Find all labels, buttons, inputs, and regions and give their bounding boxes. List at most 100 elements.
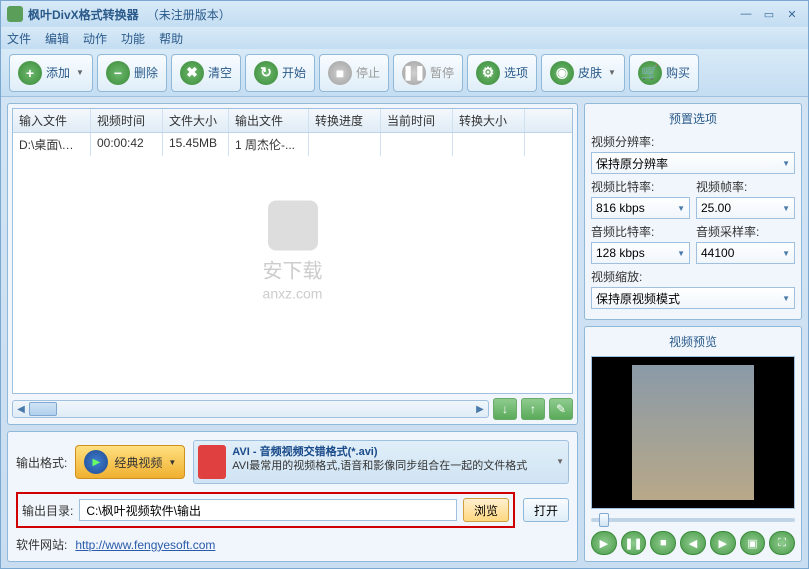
browse-button[interactable]: 浏览 [463,498,509,522]
clear-icon: ✖ [180,61,204,85]
audio-bitrate-label: 音频比特率: [591,223,690,240]
table-header: 输入文件 视频时间 文件大小 输出文件 转换进度 当前时间 转换大小 [13,109,572,133]
preview-panel: 视频预览 ▶ ❚❚ ■ ◀ ▶ ▣ ⛶ [584,326,802,562]
col-output[interactable]: 输出文件 [229,109,309,132]
framerate-label: 视频帧率: [696,178,795,195]
col-outsize[interactable]: 转换大小 [453,109,525,132]
file-list-panel: 输入文件 视频时间 文件大小 输出文件 转换进度 当前时间 转换大小 D:\桌面… [7,103,578,425]
toolbar: +添加▼ −删除 ✖清空 ↻开始 ■停止 ❚❚暂停 ⚙选项 ◉皮肤▼ 🛒购买 [1,49,808,97]
app-subtitle: （未注册版本） [147,6,231,23]
horizontal-scrollbar[interactable]: ◀ ▶ [12,400,489,418]
output-format-label: 输出格式: [16,454,67,471]
delete-button[interactable]: −删除 [97,54,167,92]
start-button[interactable]: ↻开始 [245,54,315,92]
preview-controls: ▶ ❚❚ ■ ◀ ▶ ▣ ⛶ [591,531,795,555]
app-window: 枫叶DivX格式转换器 （未注册版本） — ▭ ✕ 文件 编辑 动作 功能 帮助… [0,0,809,569]
pause-button[interactable]: ❚❚ [621,531,647,555]
menubar: 文件 编辑 动作 功能 帮助 [1,27,808,49]
scroll-thumb[interactable] [29,402,57,416]
next-button[interactable]: ▶ [710,531,736,555]
col-time[interactable]: 当前时间 [381,109,453,132]
pause-icon: ❚❚ [402,61,426,85]
cart-icon: 🛒 [638,61,662,85]
col-progress[interactable]: 转换进度 [309,109,381,132]
refresh-icon: ↻ [254,61,278,85]
tools-icon: ⚙ [476,61,500,85]
minimize-button[interactable]: — [736,6,756,22]
framerate-select[interactable]: 25.00▼ [696,197,795,219]
chevron-down-icon: ▼ [677,249,685,258]
pause-button[interactable]: ❚❚暂停 [393,54,463,92]
stop-icon: ■ [328,61,352,85]
move-up-button[interactable]: ↑ [521,398,545,420]
skin-button[interactable]: ◉皮肤▼ [541,54,625,92]
scroll-left-icon[interactable]: ◀ [13,401,29,417]
clear-button[interactable]: ✖清空 [171,54,241,92]
video-bitrate-select[interactable]: 816 kbps▼ [591,197,690,219]
fullscreen-button[interactable]: ⛶ [769,531,795,555]
prev-button[interactable]: ◀ [680,531,706,555]
chevron-down-icon: ▼ [168,458,176,467]
menu-edit[interactable]: 编辑 [45,30,69,47]
chevron-down-icon: ▼ [677,204,685,213]
resolution-select[interactable]: 保持原分辨率▼ [591,152,795,174]
website-label: 软件网站: [16,536,67,553]
col-size[interactable]: 文件大小 [163,109,229,132]
buy-button[interactable]: 🛒购买 [629,54,699,92]
content-area: 输入文件 视频时间 文件大小 输出文件 转换进度 当前时间 转换大小 D:\桌面… [1,97,808,568]
table-row[interactable]: D:\桌面\说明... 00:00:42 15.45MB 1 周杰伦-... [13,133,572,156]
file-table: 输入文件 视频时间 文件大小 输出文件 转换进度 当前时间 转换大小 D:\桌面… [12,108,573,394]
options-button[interactable]: ⚙选项 [467,54,537,92]
resolution-label: 视频分辨率: [591,133,795,150]
settings-panel: 预置选项 视频分辨率: 保持原分辨率▼ 视频比特率: 816 kbps▼ 视频帧… [584,103,802,320]
preview-thumbnail [632,365,753,501]
menu-file[interactable]: 文件 [7,30,31,47]
format-select-button[interactable]: ▶ 经典视频 ▼ [75,445,185,479]
chevron-down-icon: ▼ [782,204,790,213]
website-link[interactable]: http://www.fengyesoft.com [75,538,215,552]
samplerate-label: 音频采样率: [696,223,795,240]
titlebar[interactable]: 枫叶DivX格式转换器 （未注册版本） — ▭ ✕ [1,1,808,27]
scroll-controls: ◀ ▶ ↓ ↑ ✎ [12,398,573,420]
chevron-down-icon: ▼ [76,68,84,77]
app-title: 枫叶DivX格式转换器 [28,6,139,23]
chevron-down-icon: ▼ [782,159,790,168]
video-bitrate-label: 视频比特率: [591,178,690,195]
play-icon: ▶ [84,450,108,474]
output-panel: 输出格式: ▶ 经典视频 ▼ AVI - 音频视频交错格式(*.avi) AVI… [7,431,578,562]
right-column: 预置选项 视频分辨率: 保持原分辨率▼ 视频比特率: 816 kbps▼ 视频帧… [584,103,802,562]
seek-slider[interactable] [591,515,795,525]
table-body[interactable]: D:\桌面\说明... 00:00:42 15.45MB 1 周杰伦-... [13,133,572,393]
chevron-down-icon: ▼ [556,457,564,467]
play-button[interactable]: ▶ [591,531,617,555]
menu-function[interactable]: 功能 [121,30,145,47]
maximize-button[interactable]: ▭ [759,6,779,22]
output-dir-row: 输出目录: 浏览 [16,492,515,528]
scroll-right-icon[interactable]: ▶ [472,401,488,417]
left-column: 输入文件 视频时间 文件大小 输出文件 转换进度 当前时间 转换大小 D:\桌面… [7,103,578,562]
snapshot-button[interactable]: ▣ [740,531,766,555]
plus-icon: + [18,61,42,85]
stop-button[interactable]: ■停止 [319,54,389,92]
chevron-down-icon: ▼ [608,68,616,77]
add-button[interactable]: +添加▼ [9,54,93,92]
preview-title: 视频预览 [591,333,795,350]
samplerate-select[interactable]: 44100▼ [696,242,795,264]
format-description[interactable]: AVI - 音频视频交错格式(*.avi) AVI最常用的视频格式,语音和影像同… [193,440,569,484]
preview-area[interactable] [591,356,795,509]
output-dir-input[interactable] [79,499,457,521]
open-button[interactable]: 打开 [523,498,569,522]
stop-button[interactable]: ■ [650,531,676,555]
zoom-select[interactable]: 保持原视频模式▼ [591,287,795,309]
audio-bitrate-select[interactable]: 128 kbps▼ [591,242,690,264]
settings-title: 预置选项 [591,110,795,127]
menu-help[interactable]: 帮助 [159,30,183,47]
col-input[interactable]: 输入文件 [13,109,91,132]
close-button[interactable]: ✕ [782,6,802,22]
skin-icon: ◉ [550,61,574,85]
col-duration[interactable]: 视频时间 [91,109,163,132]
move-down-button[interactable]: ↓ [493,398,517,420]
menu-action[interactable]: 动作 [83,30,107,47]
minus-icon: − [106,61,130,85]
edit-button[interactable]: ✎ [549,398,573,420]
